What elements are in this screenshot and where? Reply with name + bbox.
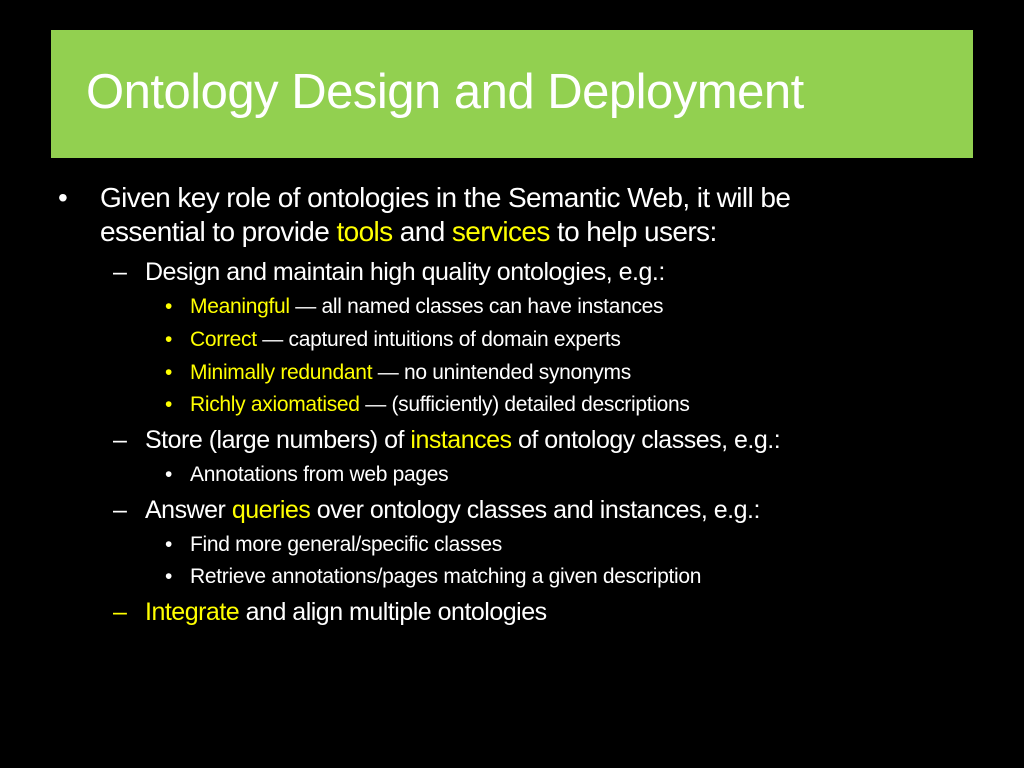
item-text: — no unintended synonyms (372, 361, 631, 384)
highlight-instances: instances (410, 426, 512, 454)
bullet-marker: • (165, 393, 173, 416)
bullet-marker: • (165, 295, 173, 318)
item-text: — all named classes can have instances (289, 295, 664, 318)
dash-marker: – (113, 258, 127, 286)
bullet-text: to help users: (549, 216, 717, 247)
sub-item-design: Design and maintain high quality ontolog… (145, 258, 665, 286)
dash-marker: – (113, 426, 127, 454)
item-text: — captured intuitions of domain experts (256, 328, 621, 351)
sub-sub-item: Minimally redundant — no unintended syno… (190, 361, 631, 385)
bullet-line-1: Given key role of ontologies in the Sema… (100, 182, 791, 214)
sub-sub-item: Meaningful — all named classes can have … (190, 295, 664, 319)
highlight-queries: queries (231, 496, 311, 524)
highlight-integrate: Integrate (145, 598, 240, 626)
bullet-text: essential to provide (100, 216, 337, 247)
item-text: of ontology classes, e.g.: (511, 426, 781, 454)
sub-sub-item: Correct — captured intuitions of domain … (190, 328, 621, 352)
bullet-marker: • (165, 361, 173, 384)
sub-item-store: Store (large numbers) of instances of on… (145, 426, 781, 455)
item-text: Answer (145, 496, 232, 524)
item-text: Store (large numbers) of (145, 426, 411, 454)
highlight-richly-axiomatised: Richly axiomatised (190, 393, 360, 416)
highlight-tools: tools (336, 216, 393, 247)
sub-sub-item: Richly axiomatised — (sufficiently) deta… (190, 393, 690, 417)
sub-item-integrate: Integrate and align multiple ontologies (145, 598, 547, 627)
highlight-minimally-redundant: Minimally redundant (190, 361, 373, 384)
title-bar: Ontology Design and Deployment (51, 30, 973, 158)
bullet-text: and (392, 216, 452, 247)
bullet-marker: • (165, 463, 173, 486)
highlight-services: services (451, 216, 550, 247)
item-text: and align multiple ontologies (239, 598, 548, 626)
slide-title: Ontology Design and Deployment (86, 65, 804, 119)
bullet-line-2: essential to provide tools and services … (100, 216, 717, 248)
dash-marker: – (113, 598, 127, 626)
bullet-marker: • (58, 182, 68, 213)
dash-marker: – (113, 496, 127, 524)
item-text: over ontology classes and instances, e.g… (310, 496, 761, 524)
sub-sub-item: Annotations from web pages (190, 463, 449, 486)
bullet-text: Given key role of ontologies in the Sema… (100, 182, 791, 213)
bullet-marker: • (165, 328, 173, 351)
sub-item-answer: Answer queries over ontology classes and… (145, 496, 760, 525)
sub-sub-item: Retrieve annotations/pages matching a gi… (190, 565, 702, 588)
item-text: — (sufficiently) detailed descriptions (359, 393, 690, 416)
bullet-marker: • (165, 565, 173, 588)
sub-sub-item: Find more general/specific classes (190, 533, 502, 556)
bullet-marker: • (165, 533, 173, 556)
highlight-correct: Correct (190, 328, 257, 351)
highlight-meaningful: Meaningful (190, 295, 290, 318)
